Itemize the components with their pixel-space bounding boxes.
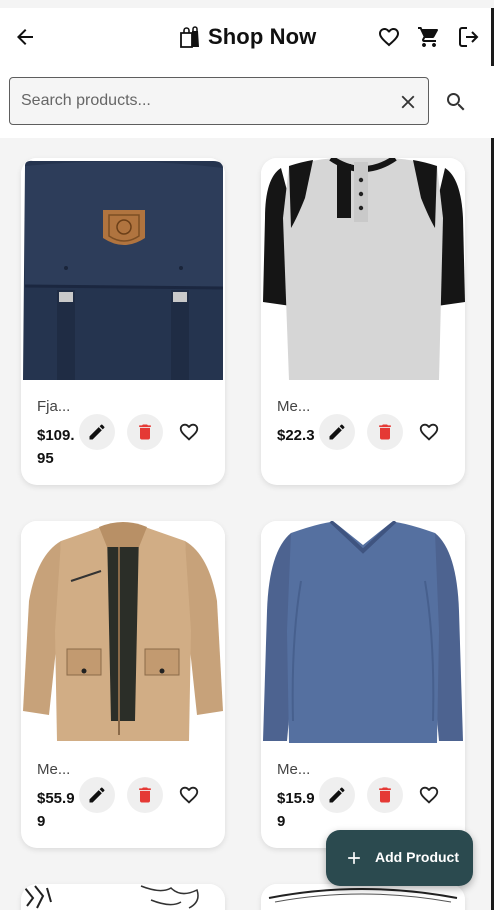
search-bar — [0, 66, 494, 138]
logout-icon — [459, 27, 479, 47]
edit-button[interactable] — [319, 414, 355, 450]
plus-icon — [348, 852, 360, 864]
product-card[interactable]: Me... $55.99 — [21, 521, 225, 848]
edit-button[interactable] — [79, 414, 115, 450]
trash-icon — [139, 787, 151, 803]
product-image[interactable] — [261, 158, 465, 380]
favorite-button[interactable] — [171, 777, 207, 813]
product-price: $55.99 — [37, 790, 75, 830]
product-name: Me... — [37, 761, 71, 778]
heart-outline-icon — [179, 786, 199, 804]
delete-button[interactable] — [127, 414, 163, 450]
favorite-button[interactable] — [171, 414, 207, 450]
search-field — [9, 77, 429, 125]
product-card[interactable] — [21, 884, 225, 910]
heart-outline-icon — [419, 786, 439, 804]
page-title-group: Shop Now — [178, 8, 316, 66]
delete-button[interactable] — [367, 777, 403, 813]
product-image[interactable] — [261, 521, 465, 743]
add-product-label: Add Product — [375, 849, 459, 865]
product-card[interactable] — [261, 884, 465, 910]
product-card[interactable]: Me... $22.3 — [261, 158, 465, 485]
product-name: Fja... — [37, 398, 71, 415]
app-bar: Shop Now — [0, 8, 494, 66]
page-title: Shop Now — [208, 24, 317, 49]
product-card[interactable]: Me... $15.99 — [261, 521, 465, 848]
delete-button[interactable] — [127, 777, 163, 813]
clear-search-button[interactable] — [396, 90, 420, 114]
heart-outline-icon — [419, 423, 439, 441]
logout-button[interactable] — [449, 8, 489, 66]
cart-button[interactable] — [409, 8, 449, 66]
product-price: $15.99 — [277, 790, 315, 830]
add-product-button[interactable]: Add Product — [326, 830, 473, 886]
pencil-icon — [329, 787, 345, 803]
partial-product-image — [261, 884, 465, 910]
product-name: Me... — [277, 761, 311, 778]
pencil-icon — [89, 424, 105, 440]
back-button[interactable] — [5, 8, 45, 66]
product-image[interactable] — [21, 158, 225, 380]
product-name: Me... — [277, 398, 311, 415]
trash-icon — [379, 787, 391, 803]
search-button[interactable] — [442, 88, 470, 116]
trash-icon — [379, 424, 391, 440]
edit-button[interactable] — [319, 777, 355, 813]
favorite-button[interactable] — [411, 777, 447, 813]
product-price: $109.95 — [37, 427, 75, 467]
trash-icon — [139, 424, 151, 440]
tshirt-image — [261, 158, 465, 380]
favorites-button[interactable] — [369, 8, 409, 66]
search-input[interactable] — [10, 78, 380, 124]
pencil-icon — [89, 787, 105, 803]
favorite-button[interactable] — [411, 414, 447, 450]
pencil-icon — [329, 424, 345, 440]
product-price: $22.3 — [277, 427, 315, 444]
partial-product-image — [21, 884, 225, 910]
heart-outline-icon — [179, 423, 199, 441]
backpack-image — [21, 158, 225, 380]
cart-icon — [418, 27, 439, 47]
close-icon — [401, 95, 415, 109]
product-card[interactable]: Fja... $109.95 — [21, 158, 225, 485]
arrow-back-icon — [17, 29, 33, 45]
heart-outline-icon — [379, 28, 399, 47]
delete-button[interactable] — [367, 414, 403, 450]
shopping-bag-icon — [180, 26, 199, 48]
longsleeve-image — [261, 521, 465, 743]
edit-button[interactable] — [79, 777, 115, 813]
search-icon — [447, 93, 465, 111]
jacket-image — [21, 521, 225, 743]
product-image[interactable] — [21, 521, 225, 743]
